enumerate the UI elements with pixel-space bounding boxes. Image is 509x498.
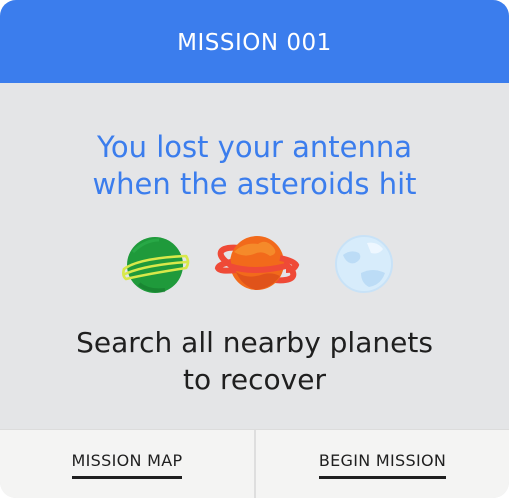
- ice-planet-icon: [335, 235, 393, 293]
- mission-map-button[interactable]: MISSION MAP: [0, 430, 254, 498]
- mission-map-label: MISSION MAP: [71, 451, 183, 479]
- instruction-line-2: to recover: [183, 363, 326, 396]
- instruction-line-1: Search all nearby planets: [76, 326, 433, 359]
- intro-line-1: You lost your antenna: [96, 130, 413, 164]
- mission-header: MISSION 001: [0, 0, 509, 83]
- mission-instruction: Search all nearby planets to recover: [0, 324, 509, 398]
- mission-footer: MISSION MAP BEGIN MISSION: [0, 429, 509, 498]
- begin-mission-button[interactable]: BEGIN MISSION: [256, 430, 509, 498]
- mission-card: MISSION 001 You lost your antenna when t…: [0, 0, 509, 498]
- begin-mission-label: BEGIN MISSION: [318, 451, 447, 479]
- orange-planet-icon: [214, 236, 300, 290]
- mission-title: MISSION 001: [177, 29, 332, 56]
- planet-row: [0, 228, 509, 298]
- mission-intro: You lost your antenna when the asteroids…: [0, 129, 509, 203]
- intro-line-2: when the asteroids hit: [92, 167, 417, 201]
- green-planet-icon: [122, 237, 190, 293]
